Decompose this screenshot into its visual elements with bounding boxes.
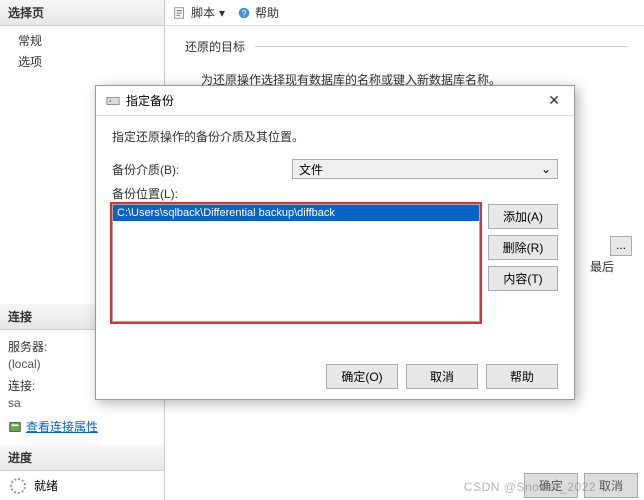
- script-icon: [173, 6, 187, 20]
- ok-button[interactable]: 确定(O): [326, 364, 398, 389]
- dialog-help-button[interactable]: 帮助: [486, 364, 558, 389]
- view-connection-props-link[interactable]: 查看连接属性: [26, 418, 98, 435]
- remove-button[interactable]: 删除(R): [488, 235, 558, 260]
- specify-backup-dialog: 指定备份 ✕ 指定还原操作的备份介质及其位置。 备份介质(B): 文件 ⌄ 备份…: [95, 85, 575, 400]
- tree-item-general[interactable]: 常规: [0, 30, 164, 51]
- backup-media-dropdown[interactable]: 文件 ⌄: [292, 159, 558, 179]
- restore-target-label: 还原的目标: [181, 38, 249, 55]
- cancel-button[interactable]: 取消: [406, 364, 478, 389]
- properties-icon: [8, 420, 22, 434]
- dropdown-arrow-icon: ▾: [219, 6, 225, 20]
- help-icon: ?: [237, 6, 251, 20]
- list-item[interactable]: C:\Users\sqlback\Differential backup\dif…: [113, 205, 479, 221]
- add-button[interactable]: 添加(A): [488, 204, 558, 229]
- progress-status: 就绪: [34, 477, 58, 494]
- dialog-title-text: 指定备份: [126, 92, 174, 109]
- help-button[interactable]: ? 帮助: [237, 4, 279, 21]
- chevron-down-icon: ⌄: [541, 162, 551, 176]
- backup-media-label: 备份介质(B):: [112, 161, 292, 178]
- backup-location-label: 备份位置(L):: [112, 185, 292, 202]
- select-page-header: 选择页: [0, 0, 164, 26]
- toolbar: 脚本 ▾ ? 帮助: [165, 0, 644, 26]
- contents-button[interactable]: 内容(T): [488, 266, 558, 291]
- browse-button[interactable]: ...: [610, 236, 632, 256]
- divider: [255, 46, 628, 47]
- close-icon[interactable]: ✕: [544, 92, 564, 109]
- backup-location-listbox[interactable]: C:\Users\sqlback\Differential backup\dif…: [112, 204, 480, 322]
- spinner-icon: [10, 478, 26, 494]
- progress-header: 进度: [0, 445, 164, 471]
- watermark: CSDN @Snower_2022: [464, 480, 596, 494]
- svg-text:?: ?: [242, 8, 247, 18]
- dialog-icon: [106, 94, 120, 108]
- script-button[interactable]: 脚本 ▾: [173, 4, 225, 21]
- column-last: 最后: [590, 258, 614, 275]
- dialog-instruction: 指定还原操作的备份介质及其位置。: [112, 128, 558, 145]
- tree-item-options[interactable]: 选项: [0, 51, 164, 72]
